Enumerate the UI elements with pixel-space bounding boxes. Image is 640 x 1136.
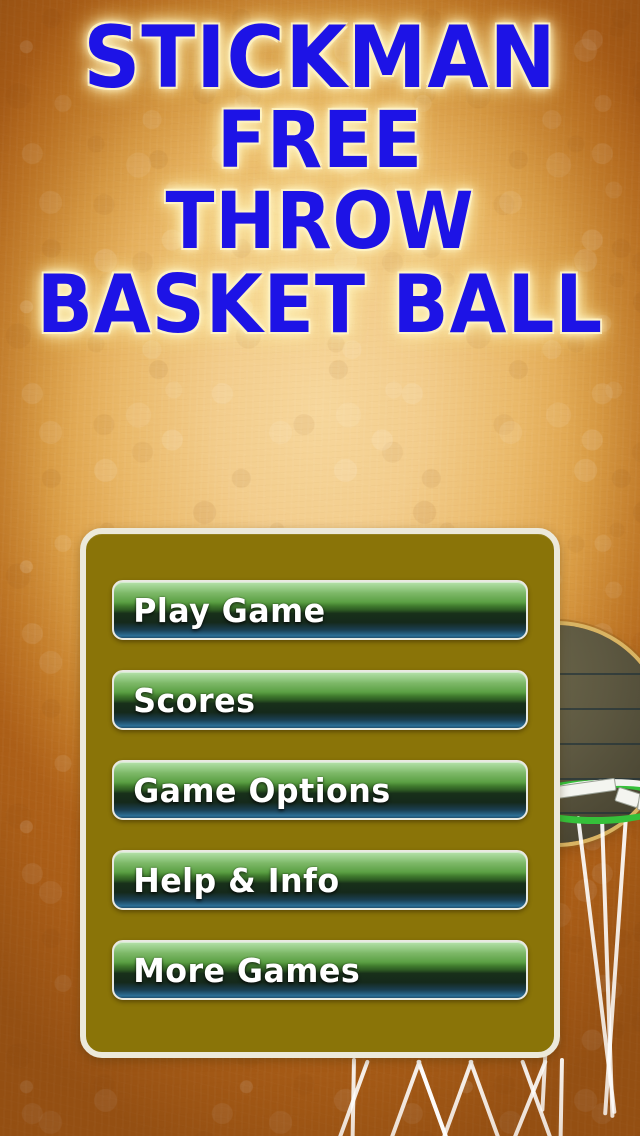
scores-button[interactable]: Scores	[112, 670, 528, 730]
game-title-screen: STICKMAN FREE THROW BASKET BALL Play Gam…	[0, 0, 640, 1136]
game-options-button-label: Game Options	[133, 771, 391, 810]
play-game-button[interactable]: Play Game	[112, 580, 528, 640]
title-line-stickman: STICKMAN	[83, 8, 557, 108]
help-and-info-button[interactable]: Help & Info	[112, 850, 528, 910]
play-game-button-label: Play Game	[133, 591, 326, 630]
title-line-throw: THROW	[165, 177, 475, 268]
more-games-button-label: More Games	[133, 951, 361, 990]
scores-button-label: Scores	[133, 681, 256, 720]
game-title: STICKMAN FREE THROW BASKET BALL	[0, 8, 640, 352]
more-games-button[interactable]: More Games	[112, 940, 528, 1000]
title-line-free: FREE	[216, 95, 423, 186]
help-and-info-button-label: Help & Info	[133, 861, 340, 900]
game-options-button[interactable]: Game Options	[112, 760, 528, 820]
main-menu-panel: Play Game Scores Game Options Help & Inf…	[80, 528, 560, 1058]
title-line-basketball: BASKET BALL	[36, 258, 604, 352]
